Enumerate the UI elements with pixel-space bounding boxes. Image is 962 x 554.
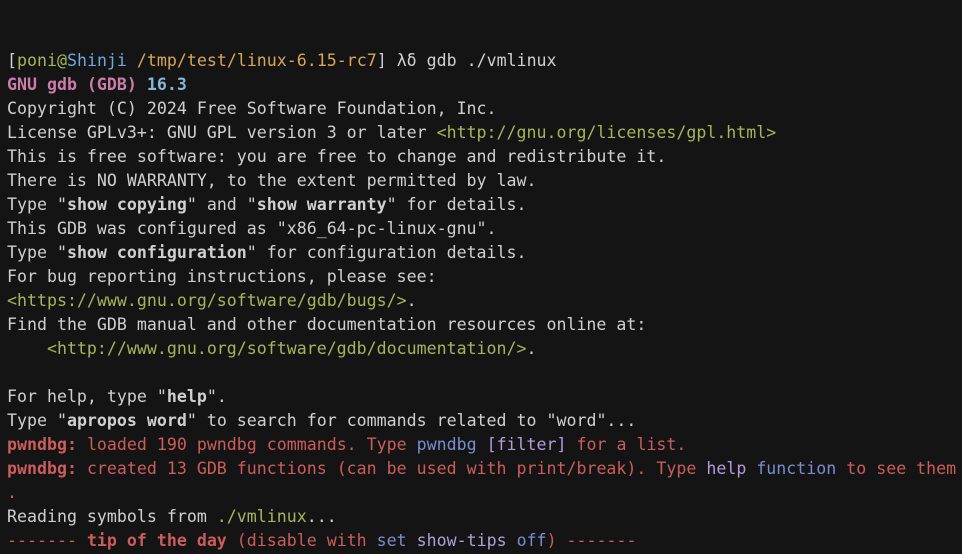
terminal-line: For help, type "help". <box>7 385 962 409</box>
terminal-line: Reading symbols from ./vmlinux... <box>7 505 962 529</box>
terminal-text-span <box>407 531 417 550</box>
terminal-text-span: For help, type " <box>7 387 167 406</box>
terminal-text-span: GNU gdb (GDB) <box>7 75 147 94</box>
terminal-line: This is free software: you are free to c… <box>7 145 962 169</box>
terminal-text-span: " to search for commands related to "wor… <box>187 411 637 430</box>
terminal-text-span: created 13 GDB functions (can be used wi… <box>87 459 706 478</box>
terminal-text-span: " for details. <box>387 195 527 214</box>
terminal-text-span: This is free software: you are free to c… <box>7 147 666 166</box>
terminal-text-span: /tmp/test/linux-6.15-rc7 <box>137 51 377 70</box>
terminal-text-span: " and " <box>187 195 257 214</box>
terminal-text-span: Copyright (C) 2024 Free Software Foundat… <box>7 99 497 118</box>
terminal-text-span <box>7 339 47 358</box>
terminal-text-span: pwndbg: <box>7 435 87 454</box>
terminal-text-span: <https://www.gnu.org/software/gdb/bugs/> <box>7 291 407 310</box>
terminal-text-span: set <box>377 531 407 550</box>
terminal-text-span: ------- <box>7 531 87 550</box>
terminal-text-span: ... <box>307 507 337 526</box>
terminal-text-span: loaded 190 pwndbg commands. Type <box>87 435 417 454</box>
terminal-line: Find the GDB manual and other documentat… <box>7 313 962 337</box>
terminal-text-span: Find the GDB manual and other documentat… <box>7 315 646 334</box>
terminal-text-span <box>127 51 137 70</box>
terminal[interactable]: [poni@Shinji /tmp/test/linux-6.15-rc7] λ… <box>0 0 962 554</box>
terminal-text-span: ". <box>207 387 227 406</box>
terminal-text-span <box>746 459 756 478</box>
terminal-line: There is NO WARRANTY, to the extent perm… <box>7 169 962 193</box>
terminal-text-span: Reading symbols from <box>7 507 217 526</box>
terminal-text-span: There is NO WARRANTY, to the extent perm… <box>7 171 537 190</box>
terminal-text-span: ------- <box>567 531 637 550</box>
terminal-text-span: pwndbg: <box>7 459 87 478</box>
terminal-text-span: show warranty <box>257 195 387 214</box>
terminal-line: This GDB was configured as "x86_64-pc-li… <box>7 217 962 241</box>
terminal-text-span <box>477 435 487 454</box>
terminal-line: Type "show copying" and "show warranty" … <box>7 193 962 217</box>
terminal-text-span: ./vmlinux <box>217 507 307 526</box>
terminal-text-span: help <box>167 387 207 406</box>
terminal-text-span: Shinji <box>67 51 127 70</box>
terminal-text-span: show-tips <box>417 531 507 550</box>
terminal-line: . <box>7 481 962 505</box>
terminal-text-span: Type " <box>7 243 67 262</box>
terminal-line: [poni@Shinji /tmp/test/linux-6.15-rc7] λ… <box>7 49 962 73</box>
terminal-text-span: . <box>527 339 537 358</box>
terminal-text-span: tip of the day <box>87 531 227 550</box>
terminal-text-span: This GDB was configured as "x86_64-pc-li… <box>7 219 497 238</box>
terminal-output: [poni@Shinji /tmp/test/linux-6.15-rc7] λ… <box>7 49 962 554</box>
terminal-text-span: Type " <box>7 195 67 214</box>
terminal-line: ------- tip of the day (disable with set… <box>7 529 962 553</box>
terminal-text-span: . <box>407 291 417 310</box>
terminal-text-span: For bug reporting instructions, please s… <box>7 267 437 286</box>
terminal-text-span: [filter] <box>487 435 567 454</box>
terminal-text-span: <http://www.gnu.org/software/gdb/documen… <box>47 339 527 358</box>
terminal-line: Copyright (C) 2024 Free Software Foundat… <box>7 97 962 121</box>
terminal-line: <https://www.gnu.org/software/gdb/bugs/>… <box>7 289 962 313</box>
terminal-text-span: 16.3 <box>147 75 187 94</box>
terminal-text-span: [ <box>7 51 17 70</box>
terminal-text-span: help <box>706 459 746 478</box>
terminal-text-span: show configuration <box>67 243 247 262</box>
terminal-text-span: Type " <box>7 411 67 430</box>
terminal-line: pwndbg: loaded 190 pwndbg commands. Type… <box>7 433 962 457</box>
terminal-line: Type "show configuration" for configurat… <box>7 241 962 265</box>
terminal-line: For bug reporting instructions, please s… <box>7 265 962 289</box>
terminal-text-span: @ <box>57 51 67 70</box>
terminal-text-span: . <box>7 483 17 502</box>
terminal-line: pwndbg: created 13 GDB functions (can be… <box>7 457 962 481</box>
terminal-line: <http://www.gnu.org/software/gdb/documen… <box>7 337 962 361</box>
terminal-text-span: for a list. <box>567 435 687 454</box>
terminal-text-span: ] <box>377 51 397 70</box>
terminal-text-span: License GPLv3+: GNU GPL version 3 or lat… <box>7 123 437 142</box>
terminal-text-span: function <box>756 459 836 478</box>
terminal-text-span: " for configuration details. <box>247 243 527 262</box>
terminal-text-span: poni <box>17 51 57 70</box>
terminal-text-span: apropos word <box>67 411 187 430</box>
terminal-text-span: off <box>517 531 547 550</box>
terminal-text-span: ) <box>547 531 567 550</box>
terminal-text-span: to see them <box>836 459 956 478</box>
terminal-line: GNU gdb (GDB) 16.3 <box>7 73 962 97</box>
terminal-text-span: show copying <box>67 195 187 214</box>
terminal-text-span: <http://gnu.org/licenses/gpl.html> <box>437 123 777 142</box>
terminal-line: License GPLv3+: GNU GPL version 3 or lat… <box>7 121 962 145</box>
terminal-text-span <box>507 531 517 550</box>
terminal-line: Type "apropos word" to search for comman… <box>7 409 962 433</box>
terminal-text-span: pwndbg <box>417 435 477 454</box>
terminal-text-span: gdb ./vmlinux <box>417 51 557 70</box>
terminal-text-span: λδ <box>397 51 417 70</box>
terminal-line <box>7 361 962 385</box>
terminal-text-span: (disable with <box>227 531 377 550</box>
